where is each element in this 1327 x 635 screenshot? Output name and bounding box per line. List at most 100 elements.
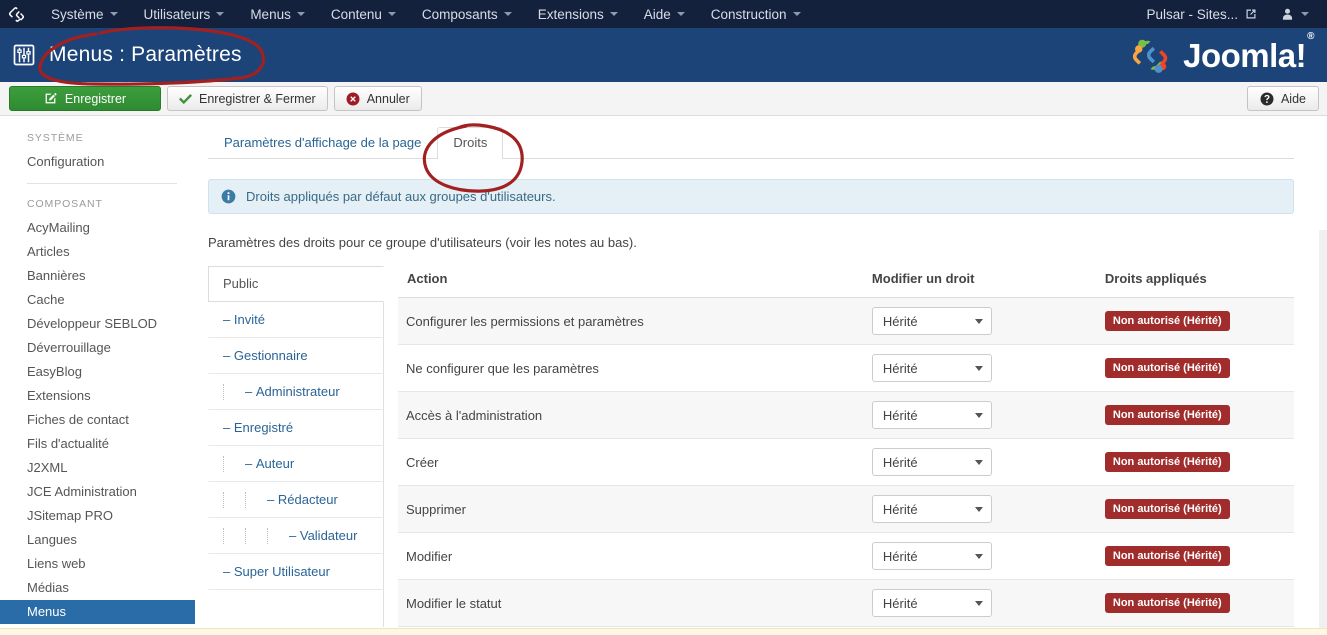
group-tab-validateur-label: – Validateur (289, 528, 358, 543)
group-tab-super-utilisateur[interactable]: – Super Utilisateur (208, 554, 383, 590)
row-setting-cell: Hérité (863, 485, 1097, 533)
table-row: Modifier le statut Hérité Non autorisé (… (398, 579, 1294, 627)
status-badge: Non autorisé (Hérité) (1104, 499, 1230, 519)
sidebar-item-articles[interactable]: Articles (0, 240, 195, 264)
sidebar-item-jce-administration[interactable]: JCE Administration (0, 480, 195, 504)
row-action-label: Créer (398, 438, 864, 486)
permissions-table-head: Action Modifier un droit Droits appliqué… (398, 266, 1294, 298)
save-and-close-button[interactable]: Enregistrer & Fermer (167, 86, 328, 111)
permission-select[interactable]: Hérité (871, 542, 992, 570)
sidebar-item-bannieres[interactable]: Bannières (0, 264, 195, 288)
menu-extensions[interactable]: Extensions (525, 3, 631, 26)
indent-guide (223, 456, 233, 472)
sidebar-item-jsitemap-pro[interactable]: JSitemap PRO (0, 504, 195, 528)
menu-aide[interactable]: Aide (631, 3, 698, 26)
group-tab-invite[interactable]: – Invité (208, 302, 383, 338)
help-button[interactable]: Aide (1246, 86, 1319, 111)
sidebar-item-easyblog[interactable]: EasyBlog (0, 360, 195, 384)
page-title: Menus : Paramètres (49, 43, 242, 66)
page-header-bar: Menus : Paramètres Joomla!® (0, 28, 1327, 82)
joomla-brand-icon[interactable] (6, 4, 26, 24)
permission-select[interactable]: Hérité (871, 401, 992, 429)
group-tab-administrateur[interactable]: – Administrateur (208, 374, 383, 410)
user-menu[interactable] (1271, 3, 1319, 25)
permission-select[interactable]: Hérité (871, 354, 992, 382)
row-setting-cell: Hérité (863, 391, 1097, 439)
sidebar-item-cache[interactable]: Cache (0, 288, 195, 312)
group-tab-public[interactable]: Public (208, 266, 384, 302)
save-button-label: Enregistrer (64, 91, 127, 106)
tab-parametres-affichage[interactable]: Paramètres d'affichage de la page (208, 127, 437, 159)
group-tab-redacteur[interactable]: – Rédacteur (208, 482, 383, 518)
tab-bar: Paramètres d'affichage de la page Droits (208, 126, 1294, 159)
vertical-scrollbar[interactable] (1319, 230, 1327, 635)
save-button[interactable]: Enregistrer (9, 86, 161, 111)
info-alert: Droits appliqués par défaut aux groupes … (208, 179, 1294, 214)
permission-select[interactable]: Hérité (871, 495, 992, 523)
sidebar-item-liens-web[interactable]: Liens web (0, 552, 195, 576)
menu-systeme[interactable]: Système (38, 3, 131, 26)
site-preview-link[interactable]: Pulsar - Sites... (1136, 3, 1267, 26)
main-content: Paramètres d'affichage de la page Droits… (195, 116, 1327, 628)
status-badge: Non autorisé (Hérité) (1104, 358, 1230, 378)
menu-utilisateurs[interactable]: Utilisateurs (131, 3, 238, 26)
menu-construction[interactable]: Construction (698, 3, 814, 26)
permission-select[interactable]: Hérité (871, 589, 992, 617)
sidebar-item-langues[interactable]: Langues (0, 528, 195, 552)
info-circle-icon (221, 189, 236, 204)
row-applied-cell: Non autorisé (Hérité) (1096, 297, 1294, 345)
sidebar-divider (27, 183, 177, 184)
permission-select[interactable]: Hérité (871, 448, 992, 476)
sliders-options-icon (12, 43, 36, 67)
table-row: Modifier Hérité Non autorisé (Hérité) (398, 532, 1294, 580)
permission-select-wrap: Hérité (871, 495, 992, 523)
joomla-logo: Joomla!® (1130, 30, 1314, 75)
row-setting-cell: Hérité (863, 297, 1097, 345)
group-tab-gestionnaire[interactable]: – Gestionnaire (208, 338, 383, 374)
permission-select[interactable]: Hérité (871, 307, 992, 335)
table-row: Accès à l'administration Hérité Non auto… (398, 391, 1294, 439)
row-applied-cell: Non autorisé (Hérité) (1096, 344, 1294, 392)
status-badge: Non autorisé (Hérité) (1104, 452, 1230, 472)
table-row: Ne configurer que les paramètres Hérité (398, 344, 1294, 392)
permission-select-wrap: Hérité (871, 401, 992, 429)
tab-droits[interactable]: Droits (437, 127, 504, 159)
permissions-panel: Public – Invité – Gestionnaire – Adminis… (208, 266, 1294, 627)
row-action-label: Modifier (398, 532, 864, 580)
sidebar-item-j2xml[interactable]: J2XML (0, 456, 195, 480)
joomla-admin-page: Système Utilisateurs Menus Contenu Compo… (0, 0, 1327, 635)
sidebar-item-fiches-de-contact[interactable]: Fiches de contact (0, 408, 195, 432)
sidebar-item-developpeur-seblod[interactable]: Développeur SEBLOD (0, 312, 195, 336)
chevron-down-icon (109, 12, 118, 16)
sidebar-item-menus[interactable]: Menus (0, 600, 195, 624)
row-action-label: Accès à l'administration (398, 391, 864, 439)
header-applied: Droits appliqués (1096, 266, 1294, 298)
chevron-down-icon (676, 12, 685, 16)
menu-composants[interactable]: Composants (409, 3, 525, 26)
permission-select-wrap: Hérité (871, 542, 992, 570)
group-tab-enregistre[interactable]: – Enregistré (208, 410, 383, 446)
sidebar-item-fils-dactualite[interactable]: Fils d'actualité (0, 432, 195, 456)
menu-contenu[interactable]: Contenu (318, 3, 409, 26)
joomla-logo-text: Joomla!® (1183, 30, 1314, 74)
row-setting-cell: Hérité (863, 532, 1097, 580)
row-applied-cell: Non autorisé (Hérité) (1096, 438, 1294, 486)
menu-menus[interactable]: Menus (237, 3, 318, 26)
sidebar-item-acymailing[interactable]: AcyMailing (0, 216, 195, 240)
group-tab-validateur[interactable]: – Validateur (208, 518, 383, 554)
cancel-button[interactable]: Annuler (333, 86, 422, 111)
sidebar-item-configuration[interactable]: Configuration (0, 150, 195, 174)
sidebar-item-deverrouillage[interactable]: Déverrouillage (0, 336, 195, 360)
sidebar-item-extensions[interactable]: Extensions (0, 384, 195, 408)
joomla-logo-icon (1130, 35, 1174, 75)
toolbar: Enregistrer Enregistrer & Fermer Annuler (0, 82, 1327, 116)
row-applied-cell: Non autorisé (Hérité) (1096, 485, 1294, 533)
menu-menus-label: Menus (250, 6, 291, 22)
pencil-square-icon (44, 92, 57, 105)
chevron-down-icon (1301, 12, 1309, 16)
status-badge: Non autorisé (Hérité) (1104, 593, 1230, 613)
sidebar-item-medias[interactable]: Médias (0, 576, 195, 600)
group-tab-auteur[interactable]: – Auteur (208, 446, 383, 482)
group-tab-redacteur-label: – Rédacteur (267, 492, 338, 507)
row-action-label: Ne configurer que les paramètres (398, 344, 864, 392)
